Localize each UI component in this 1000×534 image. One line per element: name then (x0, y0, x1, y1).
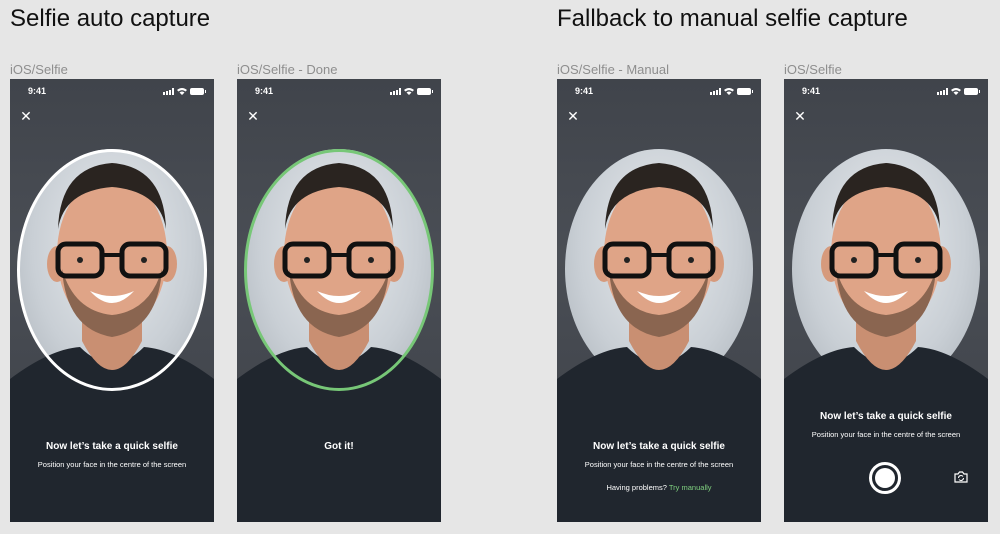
face-success-ring (244, 149, 434, 391)
phone-screen-selfie-done: 9:41 ✕ Got it! (237, 79, 441, 522)
frame-label-selfie-shutter: iOS/Selfie (784, 62, 842, 77)
selfie-photo (784, 79, 988, 522)
try-manually-link[interactable]: Try manually (669, 483, 712, 492)
help-text: Having problems? (606, 483, 667, 492)
prompt-title: Now let’s take a quick selfie (46, 441, 178, 452)
section-title-fallback: Fallback to manual selfie capture (557, 5, 908, 32)
prompt-subtitle: Position your face in the centre of the … (584, 460, 734, 469)
prompt-subtitle: Position your face in the centre of the … (37, 460, 187, 469)
prompt-subtitle: Position your face in the centre of the … (811, 430, 961, 439)
prompt-title: Now let’s take a quick selfie (820, 411, 952, 422)
prompt-title: Now let’s take a quick selfie (593, 441, 725, 452)
section-title-auto: Selfie auto capture (10, 5, 211, 32)
phone-screen-selfie-manual: 9:41 ✕ Now let’s take a quick selfie Pos… (557, 79, 761, 522)
face-guide-ring (17, 149, 207, 391)
shutter-button[interactable] (869, 462, 901, 494)
frame-label-selfie-done: iOS/Selfie - Done (237, 62, 338, 77)
phone-screen-selfie-shutter: 9:41 ✕ Now let’s take a quick selfie Pos… (784, 79, 988, 522)
selfie-photo (557, 79, 761, 522)
phone-screen-selfie: 9:41 ✕ Now let’s take a quick selfie Pos… (10, 79, 214, 522)
switch-camera-icon[interactable] (954, 471, 968, 483)
success-message: Got it! (324, 441, 354, 452)
frame-label-selfie: iOS/Selfie (10, 62, 68, 77)
frame-label-selfie-manual: iOS/Selfie - Manual (557, 62, 669, 77)
help-row: Having problems? Try manually (557, 483, 761, 492)
